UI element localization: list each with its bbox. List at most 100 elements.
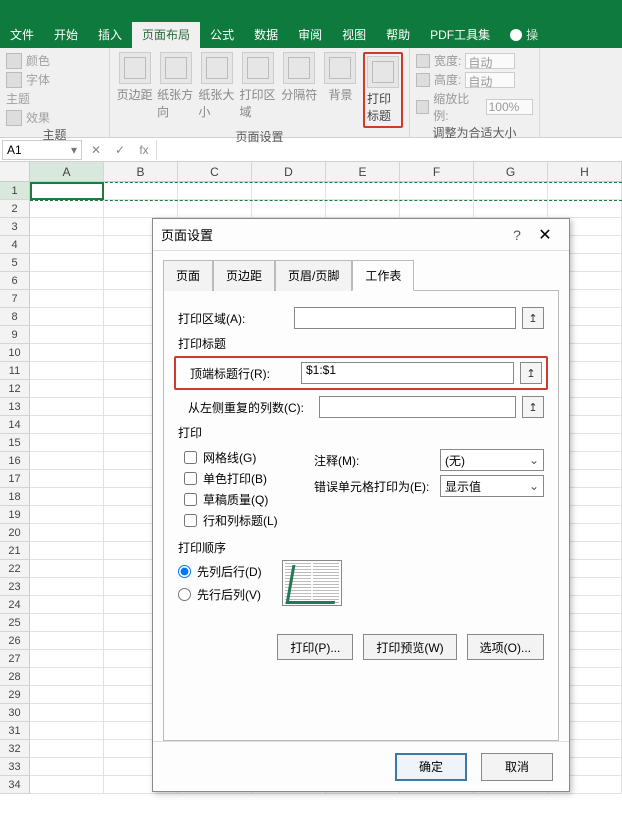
rowcol-checkbox[interactable]: 行和列标题(L) [184, 512, 304, 529]
fx-button[interactable]: fx [132, 143, 156, 157]
cell[interactable] [474, 182, 548, 200]
cell[interactable] [30, 668, 104, 686]
cell[interactable] [30, 740, 104, 758]
cell[interactable] [30, 200, 104, 218]
rowcol-check[interactable] [184, 514, 197, 527]
row-header[interactable]: 31 [0, 722, 30, 740]
cell[interactable] [30, 758, 104, 776]
row-header[interactable]: 4 [0, 236, 30, 254]
cancel-button[interactable]: 取消 [481, 753, 553, 781]
name-box[interactable]: A1▾ [2, 140, 82, 160]
scale-pct-value[interactable]: 100% [486, 99, 533, 115]
row-header[interactable]: 28 [0, 668, 30, 686]
gridlines-checkbox[interactable]: 网格线(G) [184, 449, 304, 466]
col-header[interactable]: A [30, 162, 104, 181]
select-all-corner[interactable] [0, 162, 30, 181]
cell[interactable] [30, 254, 104, 272]
cell[interactable] [30, 290, 104, 308]
background-button[interactable]: 背景 [322, 52, 359, 103]
cell[interactable] [548, 182, 622, 200]
cell[interactable] [400, 182, 474, 200]
themes-theme[interactable]: 主题 [6, 90, 103, 107]
down-over-input[interactable] [178, 565, 191, 578]
cell[interactable] [326, 200, 400, 218]
row-header[interactable]: 8 [0, 308, 30, 326]
cell[interactable] [30, 578, 104, 596]
cell[interactable] [30, 614, 104, 632]
col-header[interactable]: D [252, 162, 326, 181]
tab-formulas[interactable]: 公式 [200, 22, 244, 48]
row-header[interactable]: 14 [0, 416, 30, 434]
row-header[interactable]: 30 [0, 704, 30, 722]
cell[interactable] [30, 218, 104, 236]
cell[interactable] [178, 200, 252, 218]
row-header[interactable]: 19 [0, 506, 30, 524]
dlg-tab-margins[interactable]: 页边距 [213, 260, 275, 291]
orientation-button[interactable]: 纸张方向 [157, 52, 194, 120]
row-header[interactable]: 23 [0, 578, 30, 596]
cell[interactable] [548, 200, 622, 218]
row-header[interactable]: 9 [0, 326, 30, 344]
cell[interactable] [30, 650, 104, 668]
tell-me[interactable]: 操 [500, 22, 548, 48]
cell[interactable] [30, 686, 104, 704]
row-header[interactable]: 21 [0, 542, 30, 560]
scale-width[interactable]: 宽度:自动 [416, 52, 533, 69]
tab-file[interactable]: 文件 [0, 22, 44, 48]
scale-width-value[interactable]: 自动 [465, 53, 515, 69]
tab-page-layout[interactable]: 页面布局 [132, 22, 200, 48]
tab-data[interactable]: 数据 [244, 22, 288, 48]
bw-checkbox[interactable]: 单色打印(B) [184, 470, 304, 487]
row-header[interactable]: 27 [0, 650, 30, 668]
print-preview-button[interactable]: 打印预览(W) [363, 634, 456, 660]
formula-bar[interactable] [156, 140, 622, 160]
cols-repeat-ref-button[interactable] [522, 396, 544, 418]
rows-repeat-ref-button[interactable] [520, 362, 542, 384]
cell[interactable] [30, 560, 104, 578]
tab-help[interactable]: 帮助 [376, 22, 420, 48]
dlg-tab-sheet[interactable]: 工作表 [352, 260, 414, 291]
cell[interactable] [178, 182, 252, 200]
cell[interactable] [104, 182, 178, 200]
cell[interactable] [30, 776, 104, 794]
row-header[interactable]: 1 [0, 182, 30, 200]
cancel-fx[interactable]: ✕ [84, 143, 108, 157]
col-header[interactable]: B [104, 162, 178, 181]
tab-view[interactable]: 视图 [332, 22, 376, 48]
row-header[interactable]: 32 [0, 740, 30, 758]
cell[interactable] [30, 506, 104, 524]
rows-repeat-input[interactable]: $1:$1 [301, 362, 514, 384]
cell[interactable] [30, 524, 104, 542]
row-header[interactable]: 24 [0, 596, 30, 614]
print-area-button[interactable]: 打印区域 [240, 52, 277, 120]
scale-pct[interactable]: 缩放比例:100% [416, 90, 533, 124]
row-header[interactable]: 34 [0, 776, 30, 794]
row-header[interactable]: 16 [0, 452, 30, 470]
row-header[interactable]: 2 [0, 200, 30, 218]
cell[interactable] [104, 200, 178, 218]
cell[interactable] [30, 596, 104, 614]
cell[interactable] [30, 236, 104, 254]
cell[interactable] [30, 452, 104, 470]
cell[interactable] [30, 434, 104, 452]
cell[interactable] [30, 272, 104, 290]
tab-insert[interactable]: 插入 [88, 22, 132, 48]
print-area-input[interactable] [294, 307, 516, 329]
print-area-ref-button[interactable] [522, 307, 544, 329]
col-header[interactable]: F [400, 162, 474, 181]
cell[interactable] [30, 380, 104, 398]
cell[interactable] [30, 344, 104, 362]
errors-select[interactable]: 显示值⌄ [440, 475, 544, 497]
cell[interactable] [326, 182, 400, 200]
row-header[interactable]: 17 [0, 470, 30, 488]
breaks-button[interactable]: 分隔符 [281, 52, 318, 103]
tab-review[interactable]: 审阅 [288, 22, 332, 48]
help-button[interactable]: ? [505, 227, 529, 243]
row-header[interactable]: 10 [0, 344, 30, 362]
row-header[interactable]: 33 [0, 758, 30, 776]
row-header[interactable]: 26 [0, 632, 30, 650]
row-header[interactable]: 25 [0, 614, 30, 632]
cell[interactable] [30, 362, 104, 380]
col-header[interactable]: G [474, 162, 548, 181]
cell[interactable] [30, 416, 104, 434]
